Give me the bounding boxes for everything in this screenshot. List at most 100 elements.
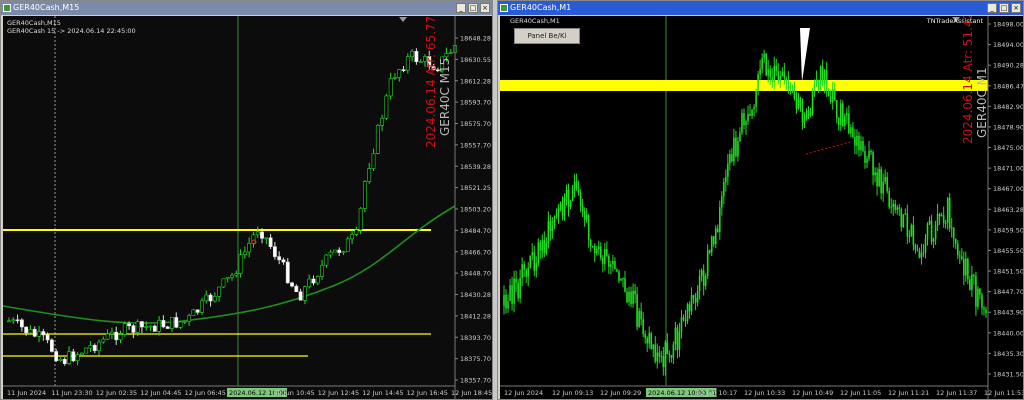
time-label: 12 Jun 16:45 [407, 389, 448, 397]
candle-body [807, 110, 810, 116]
candle-body [195, 309, 200, 313]
candle-body [678, 331, 681, 350]
candle-body [815, 79, 818, 84]
candle-body [24, 326, 29, 334]
chart-canvas[interactable]: 18648.28 18630.55 18612.28 18593.70 18575.70… [3, 16, 492, 399]
candle-body [622, 278, 624, 280]
candle-body [723, 182, 725, 197]
candle-body [731, 154, 733, 162]
candle-body [918, 250, 921, 258]
info-line: GER40Cash 15 -> 2024.06.14 22:45:00 [7, 27, 136, 35]
price-chart[interactable]: 18498.00 18494.00 18490.28 18486.47 18482.90… [500, 16, 1023, 399]
price-label: 18482.90 [993, 103, 1023, 111]
candle-body [529, 255, 532, 268]
candle-body [960, 256, 963, 259]
price-label: 18475.00 [993, 144, 1023, 152]
price-label: 18459.50 [993, 226, 1023, 234]
chart-canvas[interactable]: 18498.00 18494.00 18490.28 18486.47 18482.90… [500, 16, 1023, 399]
candle-body [608, 255, 610, 267]
candle-body [122, 323, 127, 335]
candle-body [696, 290, 699, 303]
chart-window-left[interactable]: GER40Cash,M15 _ □ × 18648.28 18630.55 1861… [0, 0, 493, 400]
candle-body [624, 278, 626, 292]
price-chart[interactable]: 18648.28 18630.55 18612.28 18593.70 18575.70… [3, 16, 492, 399]
price-label: 18448.70 [460, 270, 491, 278]
candle-body [543, 240, 546, 254]
price-label: 18443.90 [993, 309, 1023, 317]
candle-body [714, 228, 717, 245]
panel-be-ki-button[interactable]: Panel Be/Ki [514, 28, 580, 44]
candle-body [634, 290, 636, 295]
close-icon[interactable]: × [1011, 3, 1021, 13]
candle-body [819, 66, 822, 90]
chart-window-right[interactable]: GER40Cash,M1 _ □ × 18498.00 18494.00 18490… [497, 0, 1024, 400]
atr-overlay: 2024.06.14 Atr: 65.77 [424, 16, 438, 148]
candle-body [225, 277, 230, 280]
candle-body [600, 246, 602, 258]
candle-body [775, 65, 778, 72]
close-icon[interactable]: × [480, 3, 490, 13]
candle-body [97, 341, 101, 351]
candle-body [238, 254, 243, 274]
candle-body [367, 168, 372, 182]
candle-body [938, 213, 941, 217]
candle-body [375, 125, 380, 154]
symbol-overlay: GER40C M1 [975, 67, 989, 138]
candle-body [813, 83, 816, 90]
candle-body [285, 261, 290, 284]
candle-body [835, 100, 838, 118]
title-bar[interactable]: GER40Cash,M15 _ □ × [1, 1, 492, 15]
symbol-tag: GER40Cash,M1 [510, 17, 560, 25]
candle-body [946, 197, 949, 223]
candle-body [973, 274, 975, 277]
candle-body [985, 309, 987, 314]
price-label: 18466.70 [460, 248, 491, 256]
candle-body [277, 256, 282, 261]
candle-body [704, 276, 707, 287]
candle-body [672, 344, 675, 358]
candle-body [110, 331, 114, 335]
time-label: 12 Jun 11:53 [984, 389, 1023, 397]
candle-body [80, 352, 84, 355]
chart-window-icon [500, 4, 508, 12]
maximize-icon[interactable]: □ [468, 3, 478, 13]
candle-body [28, 329, 33, 334]
time-label: 12 Jun 11:05 [840, 389, 881, 397]
candle-body [694, 297, 697, 303]
candle-body [515, 278, 517, 283]
price-label: 18484.70 [460, 227, 491, 235]
candle-body [954, 238, 957, 244]
title-bar[interactable]: GER40Cash,M1 _ □ × [498, 1, 1023, 15]
price-label: 18412.28 [460, 312, 491, 320]
candle-body [75, 354, 80, 362]
candle-body [54, 351, 59, 361]
candle-body [924, 238, 927, 253]
candle-body [900, 208, 903, 228]
candle-body [587, 215, 590, 240]
candle-body [975, 276, 977, 307]
candle-body [152, 325, 157, 332]
minimize-icon[interactable]: _ [456, 3, 466, 13]
candle-body [303, 286, 307, 301]
maximize-icon[interactable]: □ [999, 3, 1009, 13]
candle-body [888, 191, 890, 207]
minimize-icon[interactable]: _ [987, 3, 997, 13]
candle-body [242, 251, 247, 255]
time-label: 12 Jun 11:21 [888, 389, 929, 397]
candle-body [956, 243, 959, 256]
candle-body [585, 215, 588, 220]
candle-body [7, 320, 11, 323]
candle-body [393, 77, 397, 79]
candle-body [595, 249, 598, 254]
level-band [500, 80, 988, 91]
candle-body [846, 113, 848, 116]
candle-body [513, 278, 515, 304]
candle-body [589, 239, 592, 246]
candle-body [725, 177, 727, 183]
candle-body [692, 295, 695, 298]
candle-body [797, 97, 800, 109]
time-label: 12 Jun 18:45 [451, 389, 492, 397]
candle-body [773, 65, 776, 83]
candle-body [315, 276, 320, 284]
candle-body [604, 249, 606, 264]
